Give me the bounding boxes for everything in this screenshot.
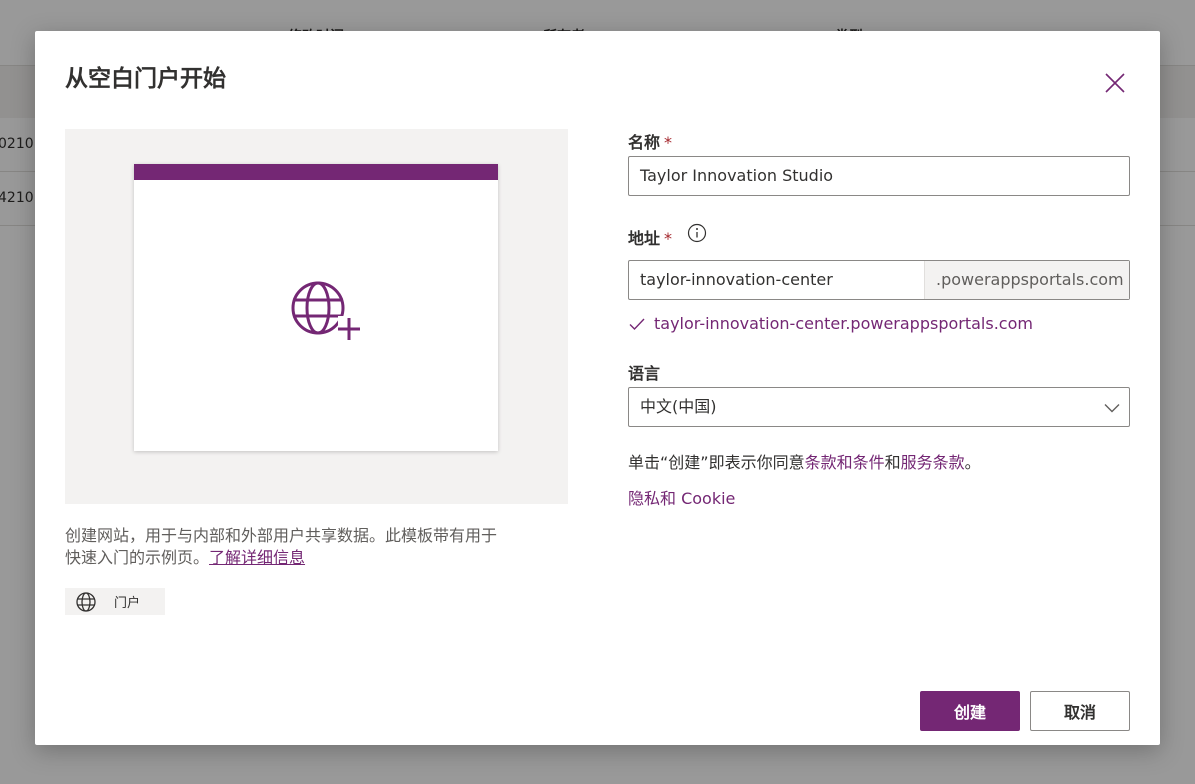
terms-suffix: 。 <box>964 453 981 472</box>
required-indicator: * <box>664 229 673 248</box>
terms-prefix: 单击“创建”即表示你同意 <box>628 453 805 472</box>
template-preview <box>65 129 568 504</box>
address-domain-suffix: .powerappsportals.com <box>924 261 1129 299</box>
privacy-cookie-link[interactable]: 隐私和 Cookie <box>628 485 735 509</box>
dialog-title: 从空白门户开始 <box>65 66 226 92</box>
name-input[interactable]: Taylor Innovation Studio <box>628 156 1130 196</box>
validated-url: taylor-innovation-center.powerappsportal… <box>654 314 1033 333</box>
learn-more-link[interactable]: 了解详细信息 <box>209 548 305 567</box>
info-icon[interactable] <box>687 223 707 243</box>
terms-statement: 单击“创建”即表示你同意条款和条件和服务条款。 <box>628 449 981 473</box>
name-label: 名称 * <box>628 129 672 153</box>
checkmark-icon <box>629 318 645 330</box>
tag-label: 门户 <box>114 596 141 611</box>
address-input[interactable]: taylor-innovation-center <box>629 261 924 299</box>
language-selected-value: 中文(中国) <box>640 397 717 416</box>
cancel-button[interactable]: 取消 <box>1030 691 1130 731</box>
address-label-text: 地址 <box>628 229 661 248</box>
language-label: 语言 <box>628 364 661 383</box>
create-portal-dialog: 从空白门户开始 创建网站，用于与内部和外部用户共享数据。此模板带有用于快速入门的… <box>35 31 1160 745</box>
preview-header-bar <box>134 164 498 180</box>
preview-page-card <box>134 164 498 451</box>
address-field-group: taylor-innovation-center .powerappsporta… <box>628 260 1130 300</box>
globe-add-icon <box>291 281 360 340</box>
close-icon <box>1105 73 1125 93</box>
terms-and-conditions-link[interactable]: 条款和条件 <box>805 453 885 472</box>
close-button[interactable] <box>1101 69 1129 97</box>
language-dropdown[interactable]: 中文(中国) <box>628 387 1130 427</box>
name-label-text: 名称 <box>628 133 661 152</box>
create-button[interactable]: 创建 <box>920 691 1020 731</box>
globe-icon <box>76 591 96 612</box>
address-validation: taylor-innovation-center.powerappsportal… <box>628 314 1033 333</box>
template-description: 创建网站，用于与内部和外部用户共享数据。此模板带有用于快速入门的示例页。了解详细… <box>65 525 505 569</box>
address-label: 地址 * <box>628 225 672 249</box>
template-type-tag: 门户 <box>65 588 165 615</box>
terms-middle: 和 <box>884 453 901 472</box>
chevron-down-icon <box>1104 404 1120 413</box>
required-indicator: * <box>664 133 673 152</box>
service-terms-link[interactable]: 服务条款 <box>901 453 965 472</box>
